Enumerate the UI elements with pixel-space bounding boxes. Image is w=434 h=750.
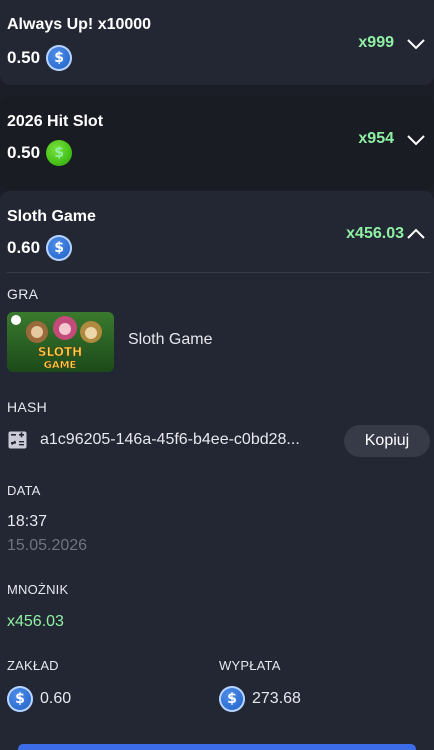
game-title: Sloth Game: [7, 208, 96, 225]
bet-value-group: $ 0.60: [7, 686, 71, 712]
date-label: DATA: [7, 483, 41, 498]
bet-value: 0.60: [40, 690, 72, 707]
chevron-down-icon[interactable]: [406, 37, 426, 51]
thumb-title-line2: GAME: [44, 360, 77, 371]
bet-row-3-expanded: Sloth Game 0.60 $ x456.03: [0, 191, 434, 750]
usdc-coin-icon: $: [7, 686, 33, 712]
dollar-coin-icon: $: [46, 140, 73, 166]
bet-amount-value: 0.60: [7, 238, 41, 257]
usdc-coin-icon: $: [219, 686, 245, 712]
multiplier-label: MNOŻNIK: [7, 582, 69, 597]
bet-row-1[interactable]: Always Up! x10000 0.50 $ x999: [0, 0, 434, 85]
bet-row-2[interactable]: 2026 Hit Slot 0.50 $ x954: [0, 96, 434, 190]
usdc-coin-icon: $: [46, 45, 73, 71]
calculator-icon: [8, 431, 27, 449]
thumb-title-line1: SLOTH: [38, 345, 82, 359]
divider: [7, 272, 431, 273]
payout-value-group: $ 273.68: [219, 686, 301, 712]
bet-amount: 0.60 $: [7, 235, 73, 261]
sloth-game-image: SLOTH GAME: [7, 312, 114, 372]
game-label: GRA: [7, 286, 39, 302]
bottom-action-button[interactable]: [18, 744, 416, 750]
chevron-up-icon[interactable]: [406, 227, 426, 241]
game-title: Always Up! x10000: [7, 16, 152, 33]
row-multiplier: x999: [358, 34, 394, 51]
row-multiplier: x456.03: [346, 225, 404, 242]
bet-amount-value: 0.50: [7, 143, 41, 162]
payout-label: WYPŁATA: [219, 658, 281, 673]
game-thumbnail[interactable]: SLOTH GAME: [7, 312, 114, 372]
hash-label: HASH: [7, 399, 48, 415]
bet-amount: 0.50 $: [7, 140, 73, 166]
game-name: Sloth Game: [128, 331, 213, 348]
hash-value: a1c96205-146a-45f6-b4ee-c0bd28...: [40, 431, 300, 448]
copy-button[interactable]: Kopiuj: [344, 425, 430, 457]
bet-date: 15.05.2026: [7, 537, 88, 554]
bet-label: ZAKŁAD: [7, 658, 59, 673]
bet-amount-value: 0.50: [7, 48, 41, 67]
usdc-coin-icon: $: [46, 235, 73, 261]
row-multiplier: x954: [358, 130, 394, 147]
bet-time: 18:37: [7, 513, 48, 530]
bet-amount: 0.50 $: [7, 45, 73, 71]
multiplier-value: x456.03: [7, 613, 64, 630]
payout-value: 273.68: [252, 690, 301, 707]
game-title: 2026 Hit Slot: [7, 113, 104, 130]
chevron-down-icon[interactable]: [406, 133, 426, 147]
